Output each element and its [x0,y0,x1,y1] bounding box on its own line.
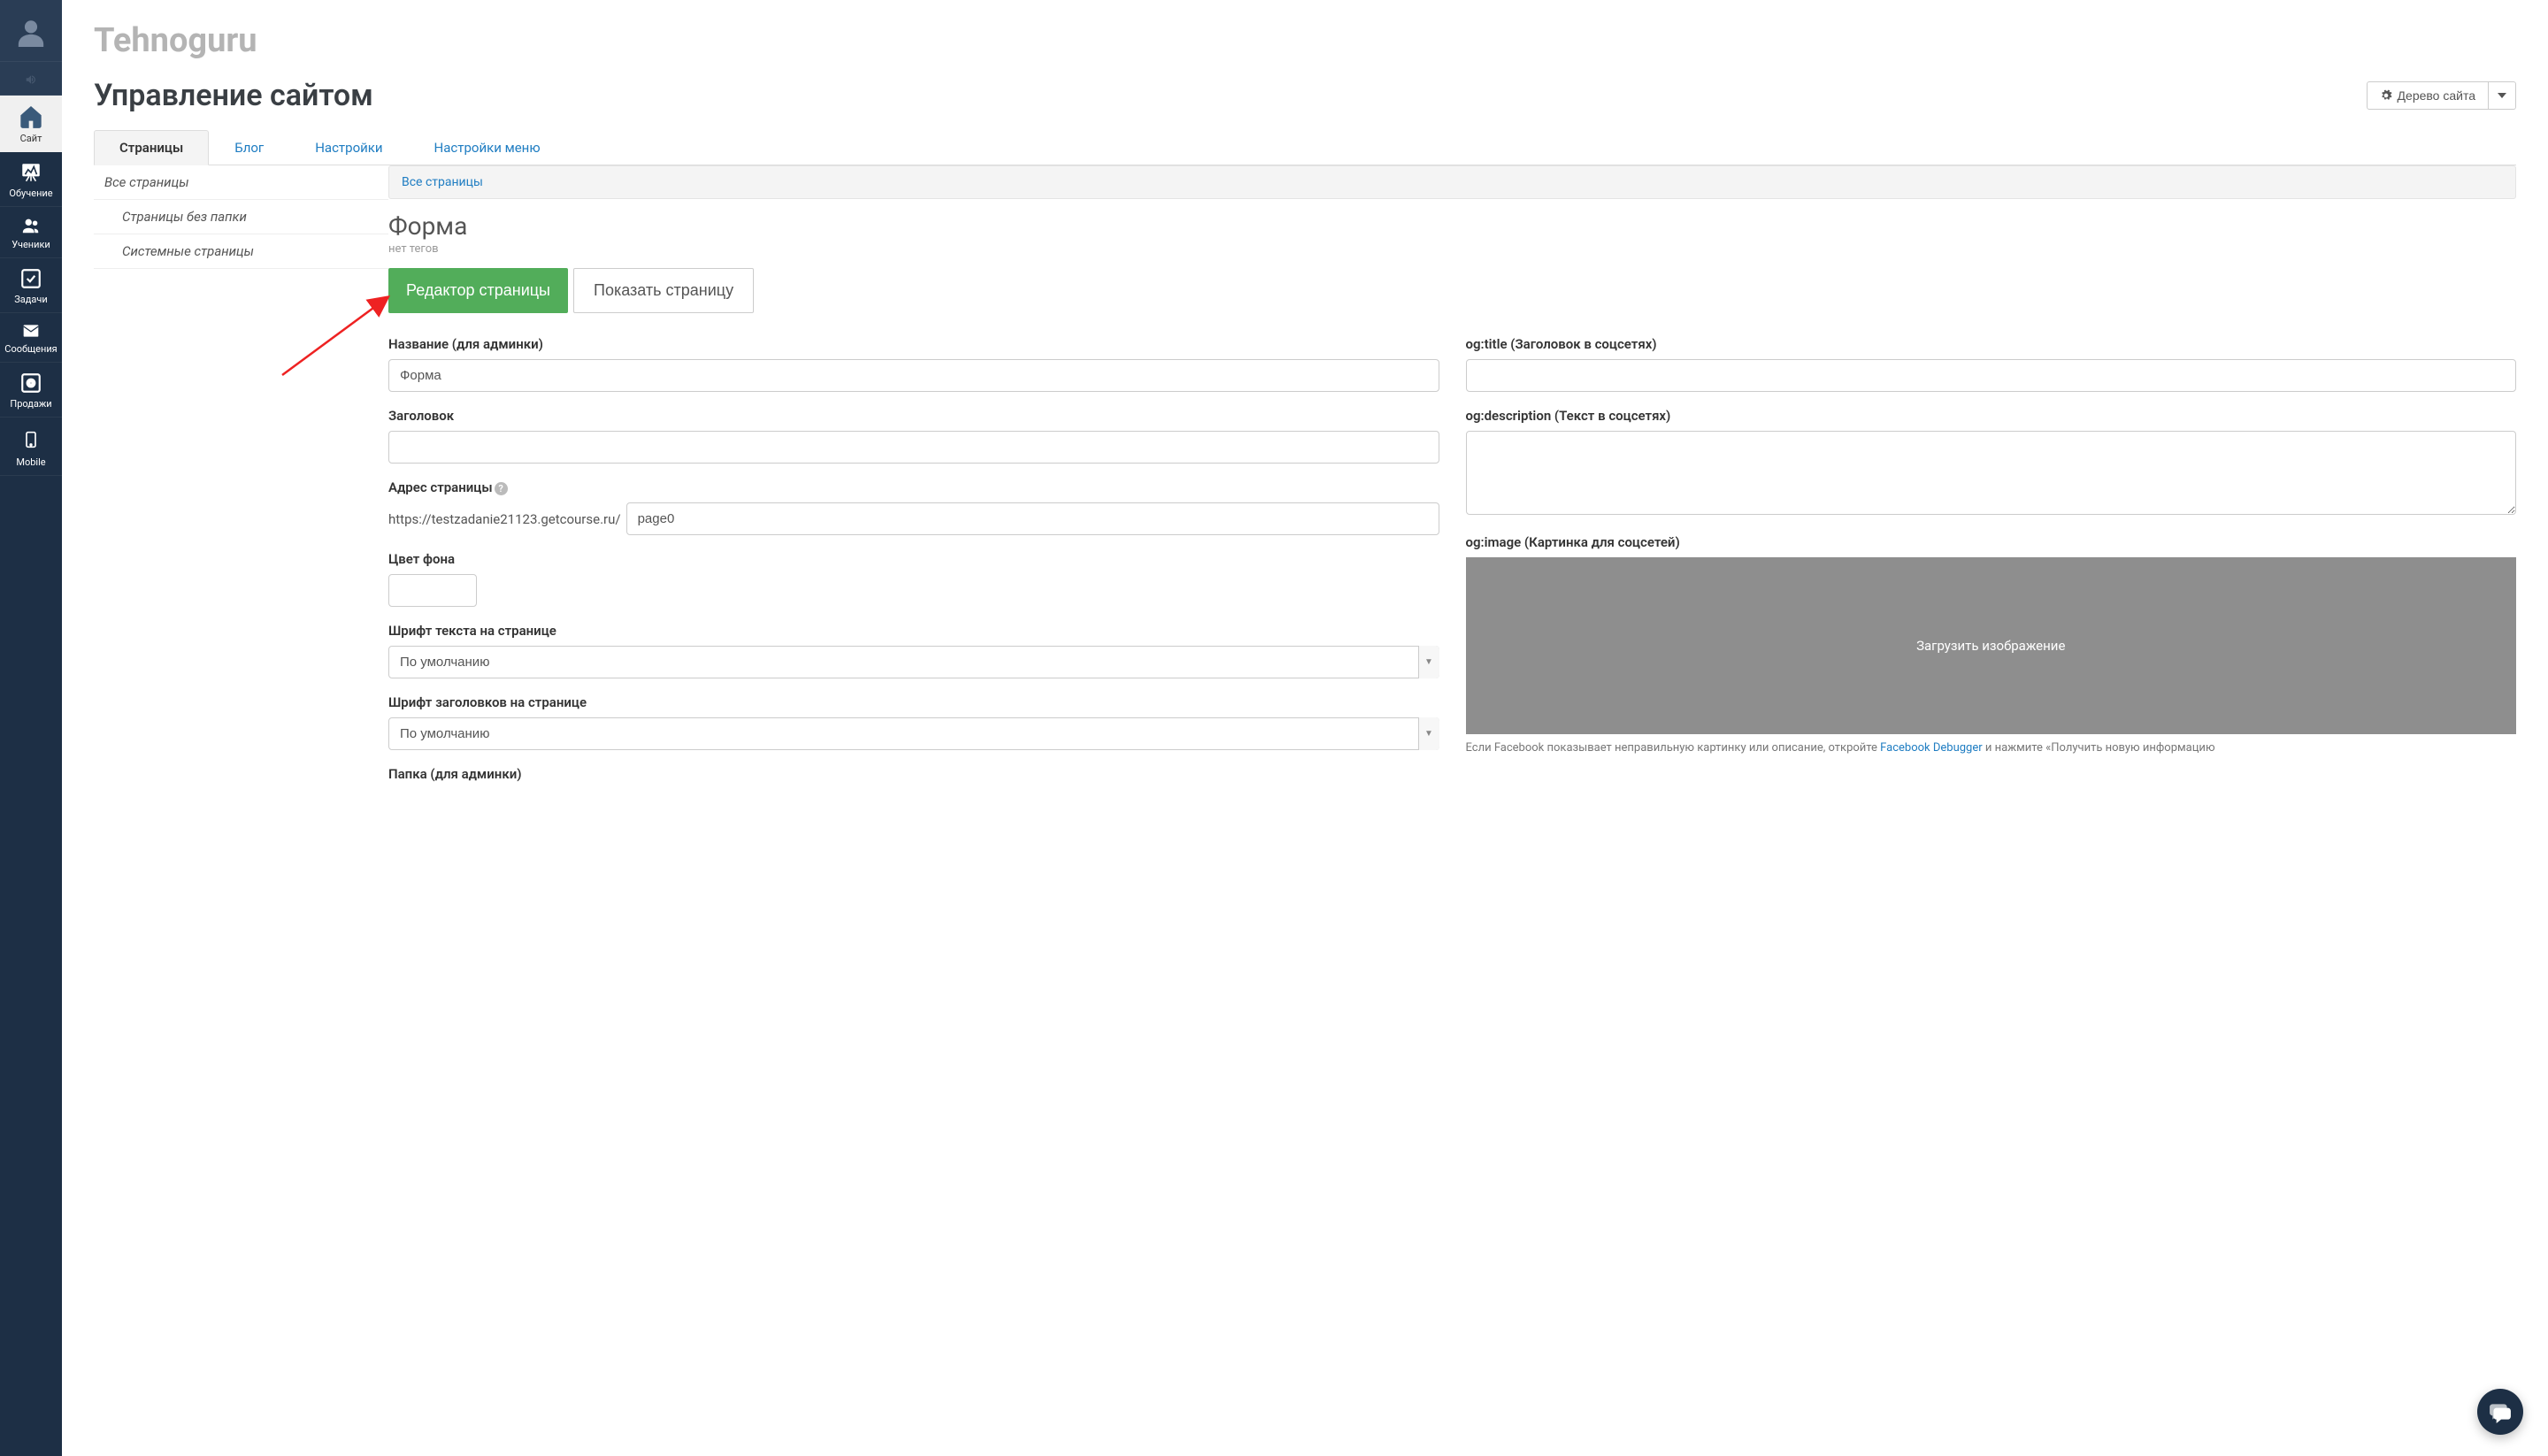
page-title: Управление сайтом [94,78,373,113]
sidebar-item-site[interactable]: Сайт [0,96,62,152]
font-head-select[interactable] [388,717,1439,750]
folder-label: Папка (для админки) [388,766,1439,782]
url-label: Адрес страницы? [388,479,1439,495]
tree-button-label: Дерево сайта [2398,88,2475,103]
site-tree-button[interactable]: Дерево сайта [2367,81,2489,110]
tab-pages[interactable]: Страницы [94,130,209,165]
og-desc-label: og:description (Текст в соцсетях) [1466,408,2517,424]
fb-debugger-link[interactable]: Facebook Debugger [1880,741,1982,755]
url-prefix: https://testzadanie21123.getcourse.ru/ [388,511,621,527]
page-tree-panel: Все страницы Страницы без папки Системны… [94,165,388,798]
safe-icon [19,372,42,395]
tab-settings[interactable]: Настройки [289,130,408,165]
sidebar-item-label: Обучение [9,188,52,199]
sidebar-item-training[interactable]: Обучение [0,152,62,207]
chat-icon [2489,1400,2512,1423]
name-label: Название (для админки) [388,336,1439,352]
tree-button-group: Дерево сайта [2367,81,2516,110]
bgcolor-input[interactable] [388,574,477,607]
sidebar-item-mobile[interactable]: Mobile [0,418,62,476]
show-page-button[interactable]: Показать страницу [573,268,754,313]
sidebar-item-sales[interactable]: Продажи [0,363,62,418]
sidebar-item-label: Сайт [20,133,42,144]
brand-title: Tehnoguru [94,21,2516,60]
sidebar-item-label: Сообщения [4,343,57,355]
sidebar-item-label: Продажи [10,398,51,410]
gear-icon [2380,89,2392,102]
title-label: Заголовок [388,408,1439,424]
avatar-icon [16,17,46,47]
home-icon [19,104,43,129]
chevron-down-icon[interactable]: ▼ [1418,717,1439,750]
bgcolor-label: Цвет фона [388,551,1439,567]
og-desc-input[interactable] [1466,431,2517,515]
mail-icon [19,322,43,340]
sidebar-sound[interactable] [0,62,62,96]
og-note: Если Facebook показывает неправильную ка… [1466,739,2517,757]
name-input[interactable] [388,359,1439,392]
sidebar-item-label: Ученики [12,239,50,250]
tree-all-pages[interactable]: Все страницы [94,165,388,200]
sidebar-avatar[interactable] [0,0,62,62]
check-icon [19,267,42,290]
page-editor-button[interactable]: Редактор страницы [388,268,568,313]
tree-no-folder[interactable]: Страницы без папки [94,200,388,234]
page-heading: Форма [388,211,2516,241]
tabs: Страницы Блог Настройки Настройки меню [94,129,2516,165]
font-text-select[interactable] [388,646,1439,678]
breadcrumb: Все страницы [388,165,2516,199]
users-icon [18,216,44,235]
tab-blog[interactable]: Блог [209,130,289,165]
tab-menu-settings[interactable]: Настройки меню [409,130,566,165]
tree-system[interactable]: Системные страницы [94,234,388,269]
breadcrumb-link[interactable]: Все страницы [402,175,483,189]
sidebar-item-label: Mobile [16,456,45,468]
chat-button[interactable] [2477,1389,2523,1435]
font-head-label: Шрифт заголовков на странице [388,694,1439,710]
main-content: Tehnoguru Управление сайтом Дерево сайта… [62,0,2548,1456]
mobile-icon [22,426,40,453]
og-image-upload[interactable]: Загрузить изображение [1466,557,2517,734]
og-title-input[interactable] [1466,359,2517,392]
caret-down-icon [2498,93,2506,98]
sidebar-item-messages[interactable]: Сообщения [0,313,62,363]
help-icon[interactable]: ? [495,482,508,495]
sound-icon [23,73,39,86]
title-input[interactable] [388,431,1439,464]
site-tree-dropdown[interactable] [2489,81,2516,110]
sidebar-item-tasks[interactable]: Задачи [0,258,62,313]
no-tags-label: нет тегов [388,242,2516,256]
page-detail-panel: Все страницы Форма нет тегов Редактор ст… [388,165,2516,798]
font-text-label: Шрифт текста на странице [388,623,1439,639]
sidebar-item-label: Задачи [14,294,47,305]
og-title-label: og:title (Заголовок в соцсетях) [1466,336,2517,352]
og-image-label: og:image (Картинка для соцсетей) [1466,534,2517,550]
chevron-down-icon[interactable]: ▼ [1418,646,1439,678]
sidebar: Сайт Обучение Ученики Задачи Сообщения П… [0,0,62,1456]
sidebar-item-students[interactable]: Ученики [0,207,62,258]
presentation-icon [19,161,43,184]
url-input[interactable] [626,502,1439,535]
